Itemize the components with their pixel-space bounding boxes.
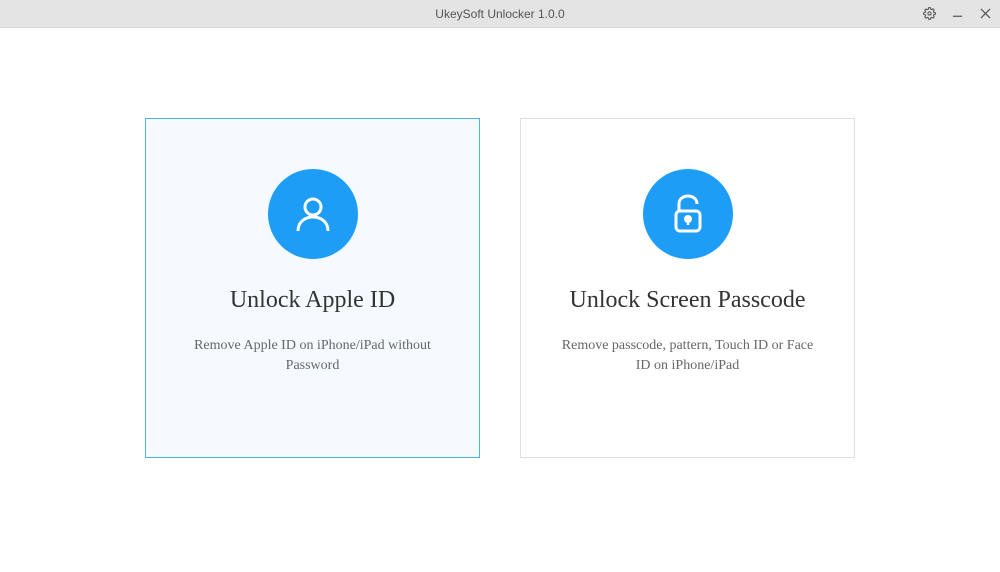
apple-id-title: Unlock Apple ID [230, 287, 395, 314]
lock-icon [643, 169, 733, 259]
titlebar: UkeySoft Unlocker 1.0.0 [0, 0, 1000, 28]
settings-icon[interactable] [922, 7, 936, 21]
screen-passcode-title: Unlock Screen Passcode [570, 287, 806, 314]
close-icon[interactable] [978, 7, 992, 21]
main-content: Unlock Apple ID Remove Apple ID on iPhon… [0, 28, 1000, 458]
app-title: UkeySoft Unlocker 1.0.0 [435, 7, 564, 21]
screen-passcode-description: Remove passcode, pattern, Touch ID or Fa… [541, 336, 834, 375]
unlock-screen-passcode-card[interactable]: Unlock Screen Passcode Remove passcode, … [520, 118, 855, 458]
titlebar-controls [922, 7, 992, 21]
minimize-icon[interactable] [950, 7, 964, 21]
person-icon [268, 169, 358, 259]
unlock-apple-id-card[interactable]: Unlock Apple ID Remove Apple ID on iPhon… [145, 118, 480, 458]
apple-id-description: Remove Apple ID on iPhone/iPad without P… [166, 336, 459, 375]
